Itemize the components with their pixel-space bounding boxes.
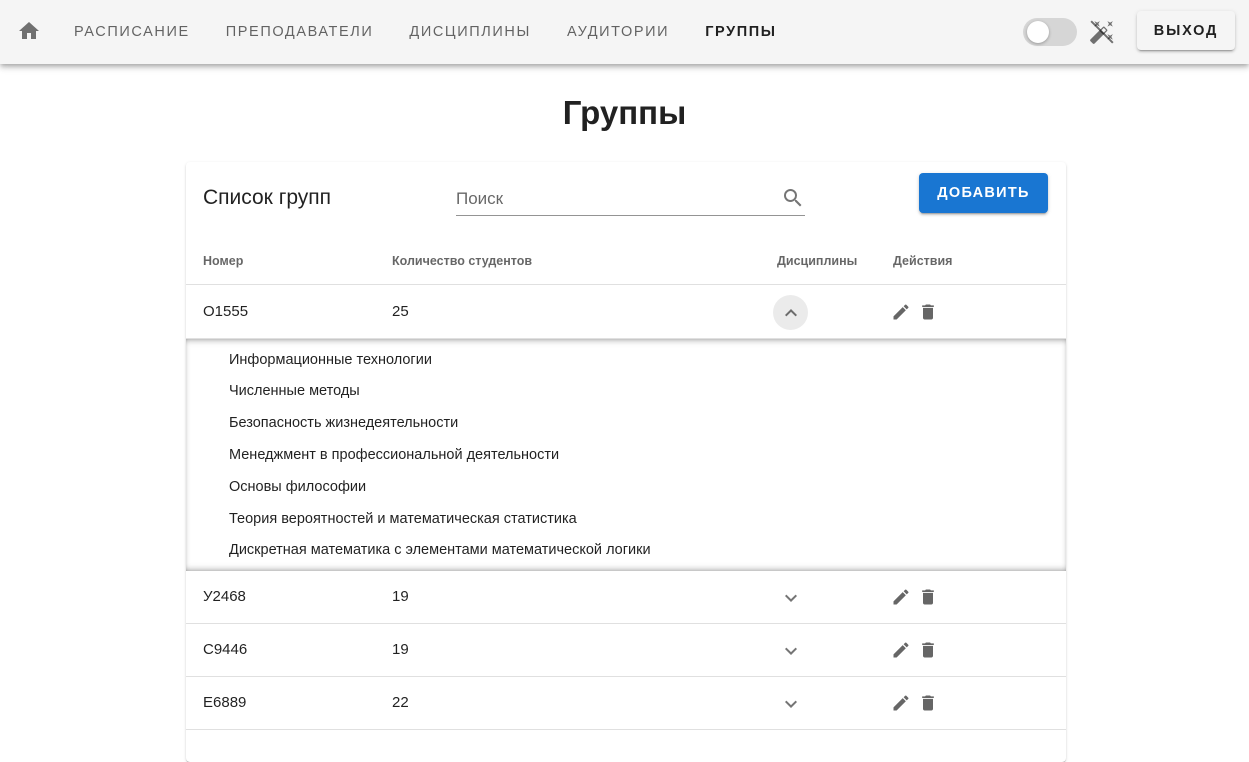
- nav-schedule[interactable]: Расписание: [56, 0, 208, 64]
- list-item: Информационные технологии: [229, 352, 432, 368]
- expand-disciplines-button[interactable]: [773, 686, 808, 721]
- invert-colors-off-icon[interactable]: [1089, 19, 1115, 45]
- search-field: [456, 182, 805, 216]
- list-item: Основы философии: [229, 479, 367, 495]
- expand-disciplines-button[interactable]: [773, 633, 808, 668]
- edit-icon[interactable]: [891, 693, 911, 713]
- delete-icon[interactable]: [918, 693, 938, 713]
- theme-toggle[interactable]: [1023, 18, 1077, 46]
- student-count: 25: [392, 303, 409, 320]
- header-disciplines: Дисциплины: [777, 254, 858, 268]
- search-icon[interactable]: [781, 186, 805, 210]
- nav-groups[interactable]: Группы: [687, 0, 794, 64]
- table-row: О1555 25: [186, 286, 1066, 339]
- table-header: Номер Количество студентов Дисциплины Де…: [186, 237, 1066, 285]
- list-item: Безопасность жизнедеятельности: [229, 415, 459, 431]
- header-number[interactable]: Номер: [203, 254, 243, 268]
- edit-icon[interactable]: [891, 302, 911, 322]
- delete-icon[interactable]: [918, 302, 938, 322]
- logout-button[interactable]: Выход: [1137, 11, 1235, 50]
- nav-disciplines[interactable]: Дисциплины: [391, 0, 549, 64]
- nav-classrooms[interactable]: Аудитории: [549, 0, 687, 64]
- table-row: С9446 19: [186, 624, 1066, 677]
- chevron-down-icon: [784, 700, 797, 708]
- chevron-down-icon: [784, 647, 797, 655]
- group-number: Е6889: [203, 694, 247, 711]
- list-item: Дискретная математика с элементами матем…: [229, 542, 651, 558]
- main-nav: Расписание Преподаватели Дисциплины Ауди…: [56, 0, 795, 64]
- nav-teachers[interactable]: Преподаватели: [208, 0, 392, 64]
- table-row: Е6889 22: [186, 677, 1066, 730]
- home-icon: [19, 22, 39, 39]
- page-title: Группы: [562, 94, 687, 131]
- card-title: Список групп: [203, 186, 332, 209]
- header-count[interactable]: Количество студентов: [392, 254, 532, 268]
- group-number: О1555: [203, 303, 249, 320]
- chevron-up-icon: [784, 308, 797, 316]
- add-group-button[interactable]: Добавить: [919, 173, 1048, 213]
- student-count: 22: [392, 694, 409, 711]
- student-count: 19: [392, 641, 409, 658]
- collapse-disciplines-button[interactable]: [773, 295, 808, 330]
- chevron-down-icon: [784, 594, 797, 602]
- table-row: У2468 19: [186, 571, 1066, 624]
- search-input[interactable]: [456, 186, 766, 212]
- group-number: С9446: [203, 641, 248, 658]
- home-button[interactable]: [12, 14, 46, 48]
- list-item: Численные методы: [229, 383, 360, 399]
- list-item: Менеджмент в профессиональной деятельнос…: [229, 447, 560, 463]
- delete-icon[interactable]: [918, 587, 938, 607]
- student-count: 19: [392, 588, 409, 605]
- edit-icon[interactable]: [891, 640, 911, 660]
- groups-card: Список групп Добавить Номер Количество с…: [186, 162, 1066, 762]
- edit-icon[interactable]: [891, 587, 911, 607]
- disciplines-panel: Информационные технологии Численные мето…: [186, 339, 1066, 571]
- expand-disciplines-button[interactable]: [773, 580, 808, 615]
- app-bar: Расписание Преподаватели Дисциплины Ауди…: [0, 0, 1249, 64]
- list-item: Теория вероятностей и математическая ста…: [229, 511, 577, 527]
- group-number: У2468: [203, 588, 246, 605]
- toggle-knob: [1027, 21, 1049, 43]
- header-actions: Действия: [893, 254, 953, 268]
- delete-icon[interactable]: [918, 640, 938, 660]
